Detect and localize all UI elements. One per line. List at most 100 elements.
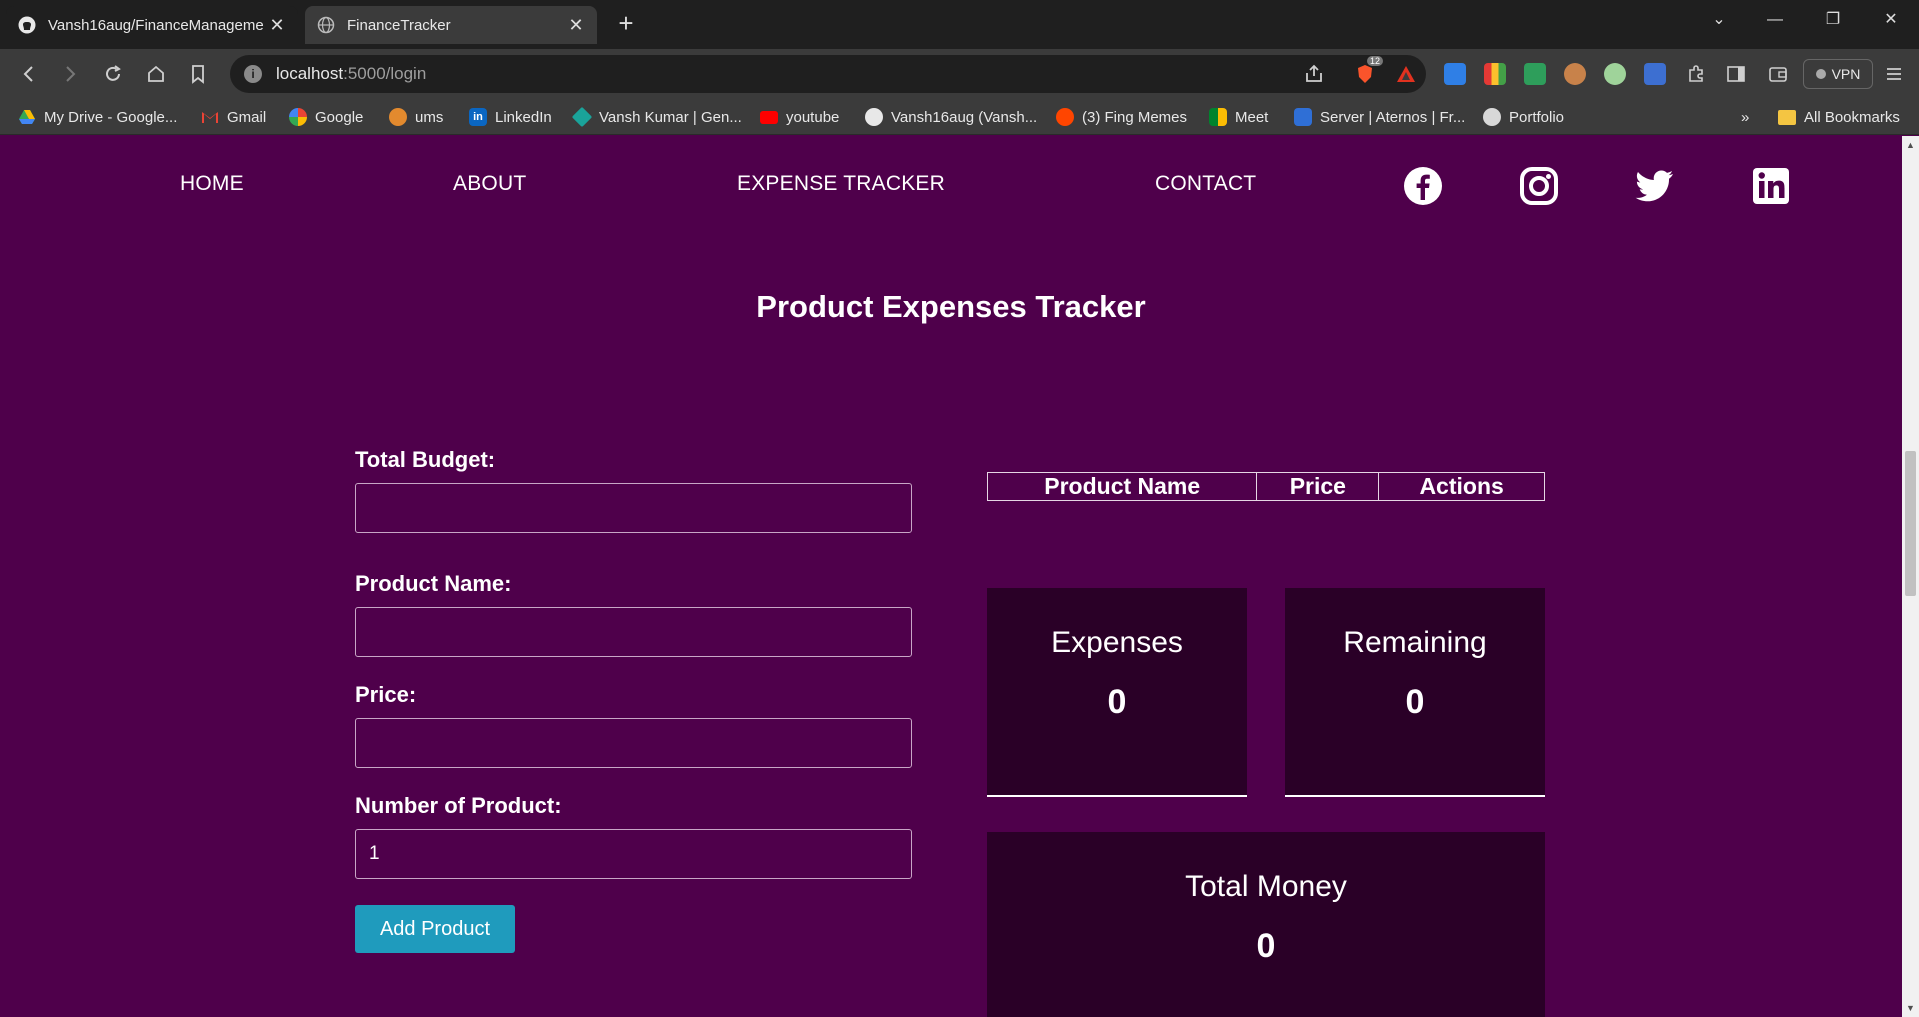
aternos-icon — [1294, 108, 1312, 126]
scroll-down-arrow-icon[interactable]: ▼ — [1906, 1003, 1915, 1013]
bookmark-label: youtube — [786, 108, 840, 126]
github-icon — [865, 108, 883, 126]
expenses-label: Expenses — [1051, 626, 1183, 659]
page-title: Product Expenses Tracker — [756, 289, 1146, 324]
page-content: HOME ABOUT EXPENSE TRACKER CONTACT Produ… — [0, 136, 1902, 1017]
youtube-icon — [760, 110, 778, 124]
total-money-label: Total Money — [1185, 870, 1347, 903]
tab-close-icon[interactable]: ✕ — [567, 15, 585, 36]
menu-icon[interactable] — [1880, 60, 1908, 88]
bookmark-label: Vansh Kumar | Gen... — [599, 108, 742, 126]
linkedin-icon[interactable] — [1751, 166, 1791, 206]
table-header-row: Product Name Price Actions — [986, 472, 1545, 501]
scrollbar-thumb[interactable] — [1905, 451, 1916, 596]
nav-expense-tracker[interactable]: EXPENSE TRACKER — [737, 172, 945, 196]
page-scrollbar[interactable]: ▲ ▼ — [1902, 136, 1919, 1017]
column-header-actions: Actions — [1378, 472, 1545, 501]
bookmark-linkedin[interactable]: in LinkedIn — [469, 107, 552, 127]
all-bookmarks-button[interactable]: All Bookmarks — [1778, 107, 1900, 127]
vpn-status-icon — [1815, 69, 1826, 79]
bookmark-meet[interactable]: Meet — [1209, 107, 1268, 127]
extension-puzzle-blue-icon[interactable] — [1444, 63, 1466, 85]
extension-cookie-icon[interactable] — [1564, 63, 1586, 85]
reload-icon[interactable] — [99, 60, 127, 88]
bookmark-label: Google — [315, 108, 364, 126]
bookmark-aternos[interactable]: Server | Aternos | Fr... — [1294, 107, 1465, 127]
bookmark-label: LinkedIn — [495, 108, 552, 126]
bookmark-github[interactable]: Vansh16aug (Vansh... — [865, 107, 1037, 127]
extension-sphere-icon[interactable] — [1604, 63, 1626, 85]
remaining-label: Remaining — [1343, 626, 1487, 659]
forward-icon[interactable] — [56, 60, 84, 88]
wallet-icon[interactable] — [1764, 60, 1792, 88]
tab-search-chevron-icon[interactable]: ⌄ — [1696, 4, 1742, 36]
bookmark-my-drive[interactable]: My Drive - Google... — [18, 107, 177, 127]
bookmark-label: Portfolio — [1509, 108, 1565, 126]
bookmark-icon[interactable] — [184, 60, 212, 88]
bookmark-label: My Drive - Google... — [44, 108, 178, 126]
product-table-body — [988, 501, 1545, 525]
total-budget-input[interactable] — [355, 483, 912, 533]
nav-contact[interactable]: CONTACT — [1155, 172, 1256, 196]
bookmark-label: Vansh16aug (Vansh... — [891, 108, 1038, 126]
google-icon — [289, 108, 307, 126]
bookmark-portfolio[interactable]: Portfolio — [1483, 107, 1564, 127]
vpn-button[interactable]: VPN — [1803, 59, 1873, 89]
price-input[interactable] — [355, 718, 912, 768]
bookmark-reddit[interactable]: (3) Fing Memes — [1056, 107, 1187, 127]
google-drive-icon — [18, 108, 36, 126]
product-name-input[interactable] — [355, 607, 912, 657]
bookmark-ums[interactable]: ums — [389, 107, 443, 127]
browser-toolbar: i localhost:5000/login 12 VPN — [0, 49, 1919, 99]
add-product-button[interactable]: Add Product — [355, 905, 515, 953]
nav-home[interactable]: HOME — [180, 172, 244, 196]
extension-window-icon[interactable] — [1644, 63, 1666, 85]
brave-rewards-icon[interactable] — [1392, 60, 1420, 88]
remaining-card: Remaining 0 — [1285, 588, 1545, 797]
folder-icon — [1778, 109, 1796, 125]
browser-tab-bar: Vansh16aug/FinanceManageme ✕ FinanceTrac… — [0, 0, 1919, 49]
sidebar-icon[interactable] — [1722, 60, 1750, 88]
quantity-label: Number of Product: — [355, 793, 562, 818]
home-icon[interactable] — [142, 60, 170, 88]
bookmark-label: Gmail — [227, 108, 267, 126]
new-tab-button[interactable]: + — [612, 10, 640, 38]
nav-about[interactable]: ABOUT — [453, 172, 526, 196]
bookmark-label: ums — [415, 108, 444, 126]
bookmark-gmail[interactable]: Gmail — [201, 107, 266, 127]
gmail-icon — [201, 108, 219, 126]
address-path: :5000/login — [343, 64, 427, 83]
extension-pen-icon[interactable] — [1524, 63, 1546, 85]
bookmark-google[interactable]: Google — [289, 107, 363, 127]
instagram-icon[interactable] — [1519, 166, 1559, 206]
restore-icon[interactable]: ❐ — [1810, 4, 1856, 36]
scroll-up-arrow-icon[interactable]: ▲ — [1906, 140, 1915, 150]
tab-financetracker[interactable]: FinanceTracker ✕ — [305, 6, 597, 44]
remaining-value: 0 — [1405, 683, 1425, 721]
bookmark-youtube[interactable]: youtube — [760, 107, 839, 127]
product-name-label: Product Name: — [355, 571, 512, 596]
bookmarks-bar: My Drive - Google... Gmail Google ums in… — [0, 99, 1919, 135]
minimize-icon[interactable]: — — [1752, 4, 1798, 36]
twitter-icon[interactable] — [1635, 166, 1675, 206]
back-icon[interactable] — [15, 60, 43, 88]
close-window-icon[interactable]: ✕ — [1868, 4, 1914, 36]
brave-shield-icon[interactable]: 12 — [1351, 56, 1384, 88]
price-label: Price: — [355, 682, 417, 707]
quantity-input[interactable] — [355, 829, 912, 879]
github-icon — [18, 16, 36, 34]
portfolio-icon — [1483, 108, 1501, 126]
share-icon[interactable] — [1300, 60, 1328, 88]
bookmark-vansh-kumar[interactable]: Vansh Kumar | Gen... — [571, 106, 742, 128]
tab-github[interactable]: Vansh16aug/FinanceManageme ✕ — [6, 6, 298, 44]
facebook-icon[interactable] — [1403, 166, 1443, 206]
column-header-price: Price — [1256, 472, 1380, 501]
extension-color-icon[interactable] — [1484, 63, 1506, 85]
address-host: localhost — [276, 64, 344, 83]
tab-close-icon[interactable]: ✕ — [268, 15, 286, 36]
site-info-icon[interactable]: i — [244, 65, 262, 83]
bookmarks-overflow-button[interactable]: » — [1741, 107, 1749, 127]
bookmark-label: (3) Fing Memes — [1082, 108, 1188, 126]
extensions-puzzle-icon[interactable] — [1682, 60, 1710, 88]
address-bar[interactable]: i localhost:5000/login — [230, 55, 1426, 93]
